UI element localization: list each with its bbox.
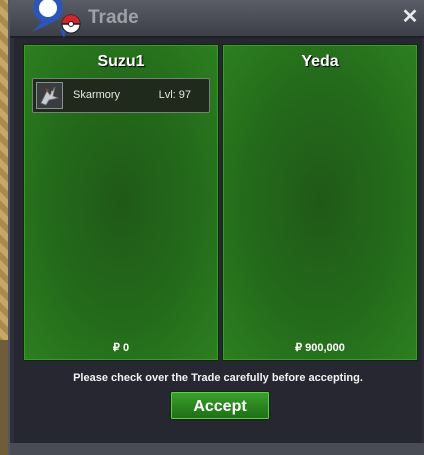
trade-money-self: ₽ 0 (112, 342, 130, 354)
trade-item-slot[interactable]: Skarmory Lvl: 97 (32, 78, 210, 113)
trade-item-level: Lvl: 97 (158, 89, 191, 101)
trade-panel-partner: Yeda ₽ 900,000 (222, 44, 418, 361)
trader-name-self: Suzu1 (97, 53, 145, 70)
trade-panel-self: Suzu1 Skarmory Lvl: 97 ₽ 0 (23, 44, 219, 361)
trade-window: Trade ✕ Suzu1 Skarmory Lvl: 97 ₽ 0 Yeda … (8, 0, 424, 455)
trade-money-partner: ₽ 900,000 (295, 342, 345, 354)
accept-button[interactable]: Accept (170, 391, 270, 420)
trader-name-partner: Yeda (301, 53, 339, 70)
skarmory-sprite-icon (36, 82, 63, 109)
window-title: Trade (88, 7, 139, 28)
trade-item-name: Skarmory (73, 89, 121, 101)
close-button[interactable]: ✕ (400, 7, 420, 27)
trade-notice: Please check over the Trade carefully be… (73, 372, 363, 384)
title-bar[interactable]: Trade ✕ (10, 0, 424, 38)
window-bottom-bar (10, 443, 424, 455)
trade-content: Suzu1 Skarmory Lvl: 97 ₽ 0 Yeda ₽ 900,00… (14, 38, 422, 443)
close-icon: ✕ (401, 6, 419, 28)
